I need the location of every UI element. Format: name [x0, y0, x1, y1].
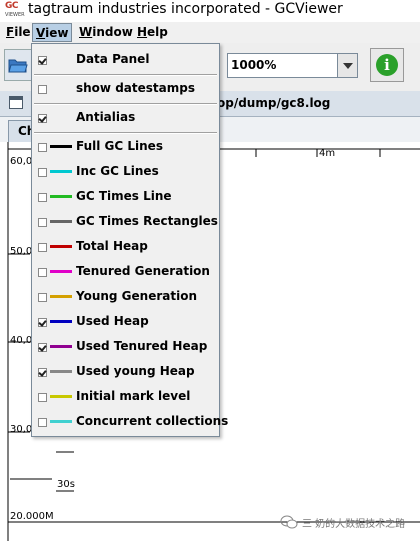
menu-item-label: Inc GC Lines	[76, 164, 159, 178]
checkbox[interactable]	[38, 268, 47, 277]
title-bar: GC VIEWER tagtraum industries incorporat…	[0, 0, 420, 21]
checkbox[interactable]	[38, 293, 47, 302]
line-color-swatch	[50, 320, 72, 323]
menu-item-antialias[interactable]: Antialias	[32, 106, 219, 130]
menu-help-label: elp	[147, 25, 168, 39]
menu-view-label: iew	[45, 26, 69, 40]
menu-help-mnemonic: H	[137, 25, 148, 39]
menu-item-label: Data Panel	[76, 52, 150, 66]
menu-item-used-tenured-heap[interactable]: Used Tenured Heap	[32, 335, 219, 359]
folder-open-icon	[8, 59, 28, 73]
checkbox[interactable]	[38, 393, 47, 402]
menu-item-label: Full GC Lines	[76, 139, 163, 153]
logo-text-bottom: VIEWER	[5, 12, 25, 18]
menu-item-label: GC Times Line	[76, 189, 172, 203]
checkbox[interactable]	[38, 218, 47, 227]
window-icon	[9, 96, 23, 109]
view-menu-dropdown: Data Panel show datestamps Antialias Ful…	[31, 43, 228, 437]
menu-item-used-heap[interactable]: Used Heap	[32, 310, 219, 334]
checkbox[interactable]	[38, 114, 47, 123]
menu-separator	[34, 132, 217, 134]
menu-item-total-heap[interactable]: Total Heap	[32, 235, 219, 259]
menu-item-tenured-generation[interactable]: Tenured Generation	[32, 260, 219, 284]
chevron-down-icon[interactable]	[337, 54, 357, 77]
line-color-swatch	[50, 145, 72, 148]
checkbox[interactable]	[38, 143, 47, 152]
menu-item-label: Young Generation	[76, 289, 198, 303]
x-axis-label: 4m	[319, 148, 336, 159]
menu-file-mnemonic: F	[6, 25, 15, 39]
watermark: 三 奶的大数据技术之路	[280, 511, 405, 533]
info-icon: i	[376, 54, 398, 76]
y-axis-label: 60,0	[10, 156, 33, 167]
menu-item-label: Total Heap	[76, 239, 148, 253]
menu-item-inc-gc-lines[interactable]: Inc GC Lines	[32, 160, 219, 184]
menu-file-label: ile	[14, 25, 31, 39]
menu-item-label: Used Tenured Heap	[76, 339, 208, 353]
menu-item-concurrent-collections[interactable]: Concurrent collections	[32, 410, 228, 434]
menu-item-gc-times-line[interactable]: GC Times Line	[32, 185, 219, 209]
menu-file[interactable]: File	[3, 23, 34, 42]
line-color-swatch	[50, 220, 72, 223]
menu-item-gc-times-rectangles[interactable]: GC Times Rectangles	[32, 210, 219, 234]
line-color-swatch	[50, 270, 72, 273]
menu-view-mnemonic: V	[36, 26, 46, 40]
checkbox[interactable]	[38, 368, 47, 377]
line-color-swatch	[50, 195, 72, 198]
line-color-swatch	[50, 345, 72, 348]
line-color-swatch	[50, 170, 72, 173]
logo-text-top: GC	[5, 1, 19, 11]
menu-item-label: GC Times Rectangles	[76, 214, 218, 228]
checkbox[interactable]	[38, 193, 47, 202]
checkbox[interactable]	[38, 243, 47, 252]
zoom-value: 1000%	[231, 58, 277, 72]
menu-separator	[34, 103, 217, 105]
menu-item-used-young-heap[interactable]: Used young Heap	[32, 360, 219, 384]
checkbox[interactable]	[38, 318, 47, 327]
line-color-swatch	[50, 295, 72, 298]
menu-window-label: indow	[92, 25, 133, 39]
menu-item-show-datestamps[interactable]: show datestamps	[32, 77, 219, 101]
y-axis-label: 20.000M	[10, 511, 54, 522]
menu-item-label: Antialias	[76, 110, 136, 124]
menu-bar: File View Window Help	[0, 22, 420, 43]
menu-view[interactable]: View	[32, 23, 73, 42]
menu-window[interactable]: Window	[76, 23, 136, 42]
menu-item-label: Used young Heap	[76, 364, 195, 378]
menu-window-mnemonic: W	[79, 25, 93, 39]
x-axis-label: 30s	[57, 479, 75, 490]
menu-item-data-panel[interactable]: Data Panel	[32, 48, 219, 72]
open-file-button[interactable]	[4, 49, 32, 81]
menu-separator	[34, 74, 217, 76]
y-axis-label: 50,0	[10, 246, 33, 257]
wechat-icon	[280, 515, 298, 529]
checkbox[interactable]	[38, 56, 47, 65]
menu-item-label: Used Heap	[76, 314, 149, 328]
menu-item-label: Initial mark level	[76, 389, 191, 403]
line-color-swatch	[50, 395, 72, 398]
checkbox[interactable]	[38, 168, 47, 177]
menu-item-label: Tenured Generation	[76, 264, 210, 278]
checkbox[interactable]	[38, 343, 47, 352]
zoom-select[interactable]: 1000%	[227, 53, 358, 78]
line-color-swatch	[50, 245, 72, 248]
y-axis-label: 40,0	[10, 335, 33, 346]
window-title: tagtraum industries incorporated - GCVie…	[28, 1, 343, 17]
y-axis-label: 30,0	[10, 424, 33, 435]
menu-item-young-generation[interactable]: Young Generation	[32, 285, 219, 309]
menu-item-label: show datestamps	[76, 81, 195, 95]
line-color-swatch	[50, 420, 72, 423]
info-button[interactable]: i	[370, 48, 404, 82]
menu-help[interactable]: Help	[134, 23, 171, 42]
watermark-text: 三 奶的大数据技术之路	[302, 518, 406, 530]
menu-item-initial-mark-level[interactable]: Initial mark level	[32, 385, 219, 409]
app-logo: GC VIEWER	[5, 1, 25, 19]
menu-item-full-gc-lines[interactable]: Full GC Lines	[32, 135, 219, 159]
frame-file-path: op/dump/gc8.log	[217, 96, 331, 110]
checkbox[interactable]	[38, 85, 47, 94]
menu-item-label: Concurrent collections	[76, 414, 229, 428]
checkbox[interactable]	[38, 418, 47, 427]
line-color-swatch	[50, 370, 72, 373]
